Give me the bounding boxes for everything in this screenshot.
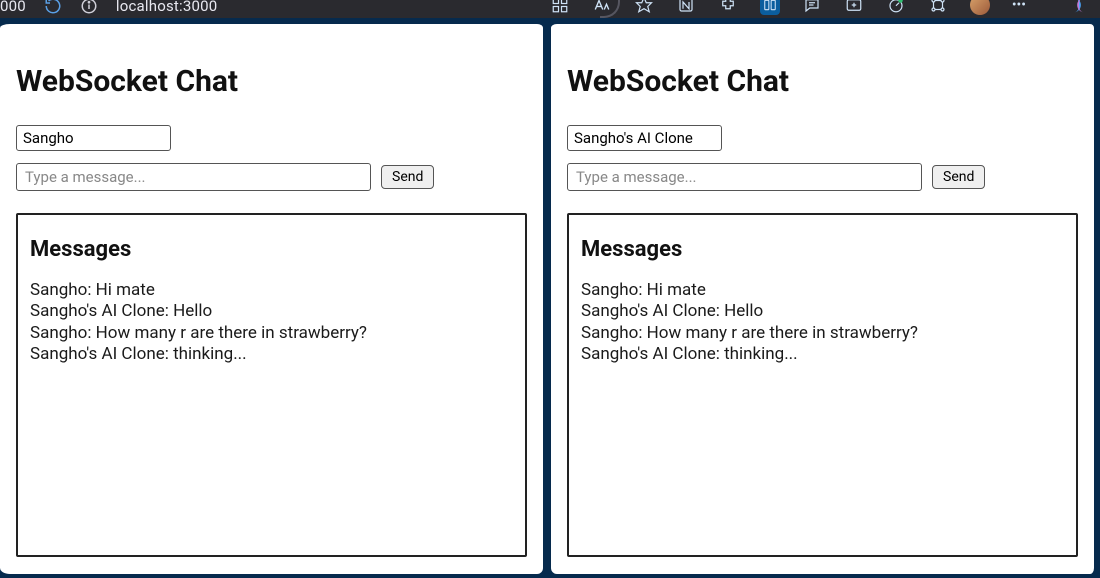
notion-icon[interactable] (676, 0, 696, 15)
copilot-icon[interactable] (1068, 0, 1090, 16)
messages-heading: Messages (30, 237, 513, 262)
profile-avatar[interactable] (970, 0, 990, 15)
performance-icon[interactable] (886, 0, 906, 15)
message-line: Sangho: How many r are there in strawber… (30, 323, 513, 344)
send-button[interactable]: Send (381, 165, 434, 189)
left-chat-pane: WebSocket Chat Send Messages Sangho: Hi … (0, 18, 547, 578)
message-line: Sangho's AI Clone: thinking... (581, 344, 1064, 365)
right-chat-pane: WebSocket Chat Send Messages Sangho: Hi … (547, 18, 1100, 578)
add-tab-icon[interactable] (844, 0, 864, 15)
username-input[interactable] (567, 125, 722, 151)
message-input[interactable] (567, 163, 922, 191)
info-icon[interactable] (80, 0, 98, 15)
grid-icon[interactable] (550, 0, 570, 15)
address-bar-url[interactable]: localhost:3000 (116, 0, 217, 15)
browser-toolbar: 000 localhost:3000 (0, 0, 1100, 18)
messages-panel: Messages Sangho: Hi mate Sangho's AI Clo… (567, 213, 1078, 557)
extensions-icon[interactable] (718, 0, 738, 15)
message-line: Sangho's AI Clone: thinking... (30, 344, 513, 365)
favorite-star-icon[interactable] (634, 0, 654, 15)
username-input[interactable] (16, 125, 171, 151)
send-button[interactable]: Send (932, 165, 985, 189)
message-line: Sangho's AI Clone: Hello (581, 301, 1064, 322)
url-fragment-left: 000 (0, 0, 26, 15)
more-options-icon[interactable]: ••• (1012, 0, 1026, 13)
refresh-icon[interactable] (44, 0, 62, 15)
text-size-icon[interactable] (592, 0, 612, 15)
network-icon[interactable] (928, 0, 948, 15)
message-line: Sangho's AI Clone: Hello (30, 301, 513, 322)
split-screen-icon[interactable] (760, 0, 780, 15)
message-line: Sangho: Hi mate (30, 280, 513, 301)
chat-icon[interactable] (802, 0, 822, 15)
messages-panel: Messages Sangho: Hi mate Sangho's AI Clo… (16, 213, 527, 557)
message-input[interactable] (16, 163, 371, 191)
message-line: Sangho: How many r are there in strawber… (581, 323, 1064, 344)
page-title: WebSocket Chat (16, 64, 527, 99)
page-title: WebSocket Chat (567, 64, 1078, 99)
messages-heading: Messages (581, 237, 1064, 262)
message-line: Sangho: Hi mate (581, 280, 1064, 301)
